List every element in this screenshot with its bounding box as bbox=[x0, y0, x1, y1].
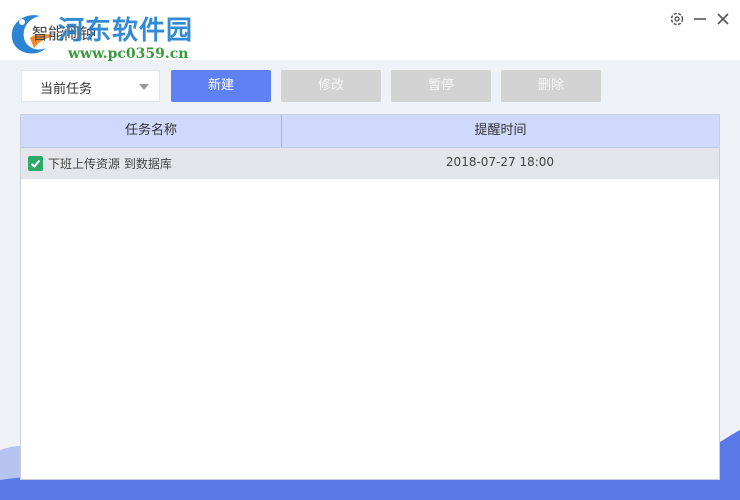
column-header-reminder-time[interactable]: 提醒时间 bbox=[282, 115, 719, 147]
minimize-button[interactable] bbox=[691, 10, 709, 28]
column-header-task-name[interactable]: 任务名称 bbox=[21, 115, 281, 147]
task-name-cell: 下班上传资源 到数据库 bbox=[48, 157, 172, 171]
new-button[interactable]: 新建 bbox=[171, 70, 271, 102]
minimize-icon bbox=[694, 18, 706, 20]
chevron-down-icon bbox=[139, 84, 149, 90]
watermark-text: 河东软件园 bbox=[58, 16, 194, 46]
settings-button[interactable] bbox=[668, 10, 686, 28]
title-bar: 智能闹钟 河东软件园 www.pc0359.cn bbox=[0, 0, 740, 62]
close-icon bbox=[717, 13, 729, 25]
task-filter-select[interactable]: 当前任务 bbox=[21, 70, 160, 102]
pause-button[interactable]: 暂停 bbox=[391, 70, 491, 102]
table-row[interactable]: 下班上传资源 到数据库 2018-07-27 18:00 bbox=[21, 148, 719, 179]
checkmark-icon bbox=[30, 159, 41, 168]
task-table: 任务名称 提醒时间 下班上传资源 到数据库 2018-07-27 18:00 bbox=[20, 114, 720, 480]
close-button[interactable] bbox=[714, 10, 732, 28]
table-header: 任务名称 提醒时间 bbox=[21, 115, 719, 148]
delete-button[interactable]: 删除 bbox=[501, 70, 601, 102]
task-checkbox[interactable] bbox=[28, 156, 43, 171]
reminder-time-cell: 2018-07-27 18:00 bbox=[445, 155, 555, 169]
watermark-url: www.pc0359.cn bbox=[68, 46, 189, 62]
task-filter-value: 当前任务 bbox=[40, 82, 93, 97]
edit-button[interactable]: 修改 bbox=[281, 70, 381, 102]
gear-icon bbox=[670, 12, 684, 26]
